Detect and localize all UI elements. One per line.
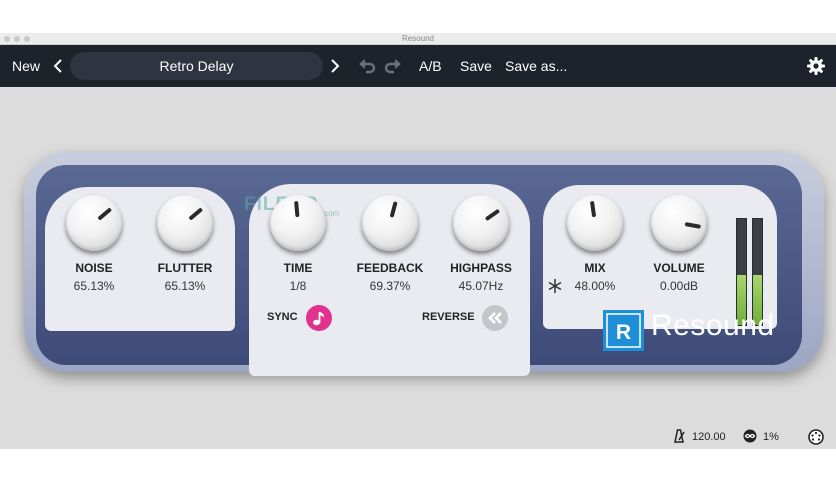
freeze-snowflake-icon[interactable] <box>547 278 563 294</box>
highpass-label: HIGHPASS <box>450 261 512 275</box>
volume-knob[interactable] <box>651 195 707 251</box>
noise-label: NOISE <box>75 261 113 275</box>
tempo-value: 120.00 <box>692 431 726 443</box>
flutter-label: FLUTTER <box>157 261 213 275</box>
preset-selector[interactable]: Retro Delay <box>70 52 323 80</box>
reverse-label: REVERSE <box>422 311 475 323</box>
volume-label: VOLUME <box>653 261 705 275</box>
flutter-value: 65.13% <box>164 279 206 293</box>
sync-toggle[interactable] <box>306 305 332 331</box>
noise-value: 65.13% <box>73 279 115 293</box>
preset-name: Retro Delay <box>159 58 234 74</box>
brand-logo: R <box>603 310 644 351</box>
cpu-value: 1% <box>763 431 779 443</box>
time-knob[interactable] <box>270 195 326 251</box>
ab-compare-button[interactable]: A/B <box>419 58 442 74</box>
feedback-value: 69.37% <box>369 279 411 293</box>
mix-label: MIX <box>584 261 606 275</box>
toolbar: New Retro Delay A/B Save Save as... <box>0 45 836 87</box>
feedback-label: FEEDBACK <box>356 261 424 275</box>
reverse-toggle[interactable] <box>482 305 508 331</box>
feedback-knob[interactable] <box>362 195 418 251</box>
window-title: Resound <box>401 34 435 43</box>
next-preset-icon[interactable] <box>329 58 341 74</box>
mix-value: 48.00% <box>574 279 616 293</box>
resound-logo-icon: R <box>606 313 641 348</box>
sync-label: SYNC <box>267 311 298 323</box>
title-bar: Resound <box>0 33 836 45</box>
undo-icon[interactable] <box>357 56 377 76</box>
time-value: 1/8 <box>289 279 307 293</box>
metronome-icon[interactable] <box>671 429 687 443</box>
logo-letter: R <box>616 321 631 344</box>
time-label: TIME <box>283 261 313 275</box>
highpass-value: 45.07Hz <box>458 279 504 293</box>
cpu-infinity-icon <box>743 429 757 443</box>
plugin-body: FILECR .com NOISE 65.13% FLUTTER 65.13% … <box>0 87 836 449</box>
redo-icon[interactable] <box>383 56 403 76</box>
new-preset-button[interactable]: New <box>12 58 40 74</box>
gear-icon[interactable] <box>806 56 826 76</box>
midi-icon[interactable] <box>808 429 824 445</box>
rewind-chevrons-icon <box>488 312 502 324</box>
previous-preset-icon[interactable] <box>52 58 64 74</box>
noise-knob[interactable] <box>66 195 122 251</box>
volume-value: 0.00dB <box>659 279 699 293</box>
highpass-knob[interactable] <box>453 195 509 251</box>
mix-knob[interactable] <box>567 195 623 251</box>
plugin-window: Resound New Retro Delay A/B Save Save as… <box>0 33 836 449</box>
save-button[interactable]: Save <box>460 58 492 74</box>
flutter-knob[interactable] <box>157 195 213 251</box>
brand-name: Resound <box>651 309 775 342</box>
save-as-button[interactable]: Save as... <box>505 58 567 74</box>
music-note-icon <box>313 312 324 326</box>
